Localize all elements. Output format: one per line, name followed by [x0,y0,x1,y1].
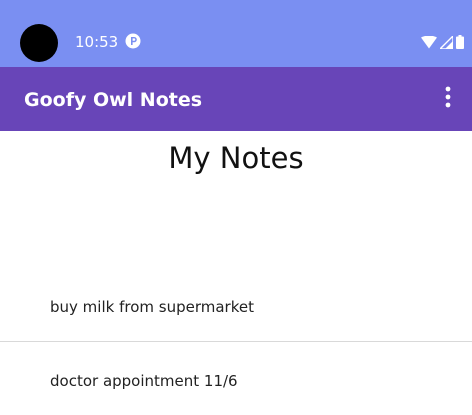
battery-icon [456,34,464,53]
signal-icon [438,34,454,53]
overflow-menu-button[interactable] [430,79,466,119]
page-title: My Notes [168,141,304,175]
app-bar: Goofy Owl Notes [0,67,472,131]
list-item[interactable]: doctor appointment 11/6 [0,342,472,415]
status-bar: 10:53 [0,0,472,67]
status-time: 10:53 [75,33,119,51]
wifi-icon [421,34,437,53]
app-title: Goofy Owl Notes [24,89,203,111]
notes-list: buy milk from supermarket doctor appoint… [0,268,472,415]
note-text: doctor appointment 11/6 [50,372,238,390]
more-vert-icon [445,86,451,112]
note-text: buy milk from supermarket [50,298,254,316]
status-icons [421,34,464,53]
camera-cutout [20,24,58,62]
list-item[interactable]: buy milk from supermarket [0,268,472,341]
app-notification-icon [125,33,141,49]
